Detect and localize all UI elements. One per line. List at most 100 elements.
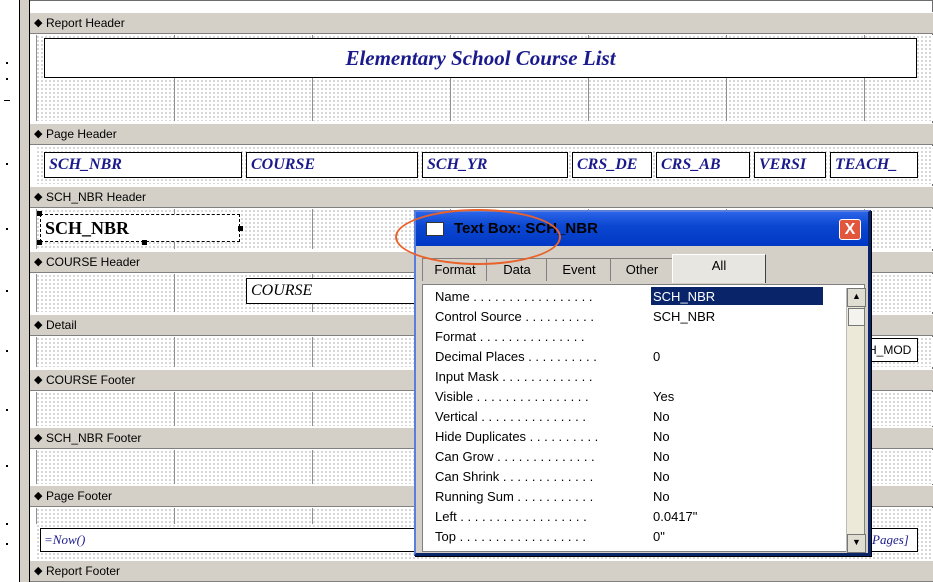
prop-value[interactable]: 0" xyxy=(651,527,795,545)
prop-row[interactable]: Name . . . . . . . . . . . . . . . . . S… xyxy=(435,287,823,306)
prop-row[interactable]: Vertical . . . . . . . . . . . . . . . N… xyxy=(435,407,795,426)
scroll-thumb[interactable] xyxy=(848,308,865,326)
report-title-label[interactable]: Elementary School Course List xyxy=(44,38,917,78)
label-crs-ab[interactable]: CRS_AB xyxy=(656,152,750,178)
tab-other[interactable]: Other xyxy=(610,258,674,281)
band-label: Report Footer xyxy=(46,564,121,578)
band-label: Page Header xyxy=(46,127,117,141)
prop-value[interactable]: 0 xyxy=(651,347,823,365)
prop-label: Can Shrink . . . . . . . . . . . . . xyxy=(435,469,594,484)
textbox-pages[interactable]: Pages] xyxy=(868,528,918,552)
prop-value[interactable]: No xyxy=(651,427,823,445)
resize-handle[interactable] xyxy=(142,240,147,245)
prop-row[interactable]: Left . . . . . . . . . . . . . . . . . .… xyxy=(435,507,795,526)
band-label: Detail xyxy=(46,318,77,332)
resize-handle[interactable] xyxy=(37,211,42,216)
prop-value[interactable]: No xyxy=(651,447,823,465)
prop-row[interactable]: Can Shrink . . . . . . . . . . . . . No xyxy=(435,467,795,486)
tab-event[interactable]: Event xyxy=(546,258,612,281)
ruler-tick xyxy=(6,163,8,165)
prop-row[interactable]: Hide Duplicates . . . . . . . . . . No xyxy=(435,427,795,446)
hand-pointer-icon: ◆ xyxy=(34,319,43,331)
scroll-up-icon[interactable]: ▲ xyxy=(847,288,866,307)
prop-row[interactable]: Decimal Places . . . . . . . . . . 0 xyxy=(435,347,795,366)
prop-value[interactable]: 0.0417" xyxy=(651,507,823,525)
property-list[interactable]: Name . . . . . . . . . . . . . . . . . S… xyxy=(422,284,865,552)
prop-label: Input Mask . . . . . . . . . . . . . xyxy=(435,369,593,384)
hand-pointer-icon: ◆ xyxy=(34,490,43,502)
prop-row[interactable]: Visible . . . . . . . . . . . . . . . . … xyxy=(435,387,795,406)
prop-value[interactable]: Yes xyxy=(651,387,823,405)
prop-label: Running Sum . . . . . . . . . . . xyxy=(435,489,594,504)
hand-pointer-icon: ◆ xyxy=(34,432,43,444)
detail-field-partial[interactable]: H_MOD xyxy=(864,338,918,362)
band-label: Page Footer xyxy=(46,489,113,503)
prop-row[interactable]: Control Source . . . . . . . . . . SCH_N… xyxy=(435,307,795,326)
hand-pointer-icon: ◆ xyxy=(34,17,43,29)
band-report-header[interactable]: ◆ Report Header xyxy=(30,12,933,34)
ruler-tick xyxy=(6,465,8,467)
label-course[interactable]: COURSE xyxy=(246,152,418,178)
resize-handle[interactable] xyxy=(238,226,243,231)
label-sch-nbr[interactable]: SCH_NBR xyxy=(44,152,242,178)
prop-label: Left . . . . . . . . . . . . . . . . . . xyxy=(435,509,587,524)
prop-value[interactable]: No xyxy=(651,407,823,425)
textbox-course[interactable]: COURSE xyxy=(246,278,418,304)
ruler-tick xyxy=(6,290,8,292)
ruler-tick xyxy=(6,543,8,545)
ruler-tick xyxy=(6,228,8,230)
band-sch-nbr-header[interactable]: ◆ SCH_NBR Header xyxy=(30,186,933,208)
prop-label: Control Source . . . . . . . . . . xyxy=(435,309,594,324)
band-label: SCH_NBR Footer xyxy=(46,431,142,445)
prop-row[interactable]: Running Sum . . . . . . . . . . . No xyxy=(435,487,795,506)
band-label: Report Header xyxy=(46,16,125,30)
label-crs-de[interactable]: CRS_DE xyxy=(572,152,652,178)
band-report-footer[interactable]: ◆ Report Footer xyxy=(30,560,933,582)
ruler-tick xyxy=(6,62,8,64)
close-button[interactable]: X xyxy=(839,219,861,240)
band-label: SCH_NBR Header xyxy=(46,190,147,204)
prop-label: Vertical . . . . . . . . . . . . . . . xyxy=(435,409,586,424)
prop-value[interactable]: SCH_NBR xyxy=(651,307,823,325)
ruler-tick xyxy=(6,523,8,525)
label-sch-yr[interactable]: SCH_YR xyxy=(422,152,568,178)
prop-value[interactable] xyxy=(651,327,823,345)
hand-pointer-icon: ◆ xyxy=(34,565,43,577)
label-teach[interactable]: TEACH_ xyxy=(830,152,918,178)
property-scrollbar[interactable]: ▲ ▼ xyxy=(846,288,866,553)
tab-all[interactable]: All xyxy=(672,254,766,283)
prop-row[interactable]: Can Grow . . . . . . . . . . . . . . No xyxy=(435,447,795,466)
prop-label: Hide Duplicates . . . . . . . . . . xyxy=(435,429,599,444)
ruler-tick xyxy=(4,100,10,101)
hand-pointer-icon: ◆ xyxy=(34,256,43,268)
prop-value[interactable]: No xyxy=(651,487,823,505)
band-page-header[interactable]: ◆ Page Header xyxy=(30,123,933,145)
prop-value[interactable]: No xyxy=(651,467,823,485)
hand-pointer-icon: ◆ xyxy=(34,191,43,203)
prop-label: Format . . . . . . . . . . . . . . . xyxy=(435,329,585,344)
prop-value-name[interactable]: SCH_NBR xyxy=(651,287,823,305)
ruler-tick xyxy=(6,350,8,352)
hand-pointer-icon: ◆ xyxy=(34,374,43,386)
prop-value[interactable] xyxy=(651,367,823,385)
highlight-annotation-ellipse xyxy=(395,209,561,265)
ruler-tick xyxy=(6,78,8,80)
prop-label: Top . . . . . . . . . . . . . . . . . . xyxy=(435,529,586,544)
band-label: COURSE Header xyxy=(46,255,141,269)
prop-label: Visible . . . . . . . . . . . . . . . . xyxy=(435,389,589,404)
section-selector-column[interactable] xyxy=(20,0,30,582)
prop-label: Can Grow . . . . . . . . . . . . . . xyxy=(435,449,595,464)
scroll-down-icon[interactable]: ▼ xyxy=(847,534,866,553)
band-label: COURSE Footer xyxy=(46,373,136,387)
resize-handle[interactable] xyxy=(37,240,42,245)
ruler-tick xyxy=(6,409,8,411)
textbox-sch-nbr-selected[interactable]: SCH_NBR xyxy=(40,214,240,242)
textbox-now[interactable]: =Now() xyxy=(40,528,420,552)
prop-label: Decimal Places . . . . . . . . . . xyxy=(435,349,597,364)
prop-row[interactable]: Top . . . . . . . . . . . . . . . . . . … xyxy=(435,527,795,545)
label-version[interactable]: VERSI xyxy=(754,152,826,178)
prop-row[interactable]: Format . . . . . . . . . . . . . . . xyxy=(435,327,795,346)
hand-pointer-icon: ◆ xyxy=(34,128,43,140)
prop-row[interactable]: Input Mask . . . . . . . . . . . . . xyxy=(435,367,795,386)
prop-label: Name . . . . . . . . . . . . . . . . . xyxy=(435,289,593,304)
